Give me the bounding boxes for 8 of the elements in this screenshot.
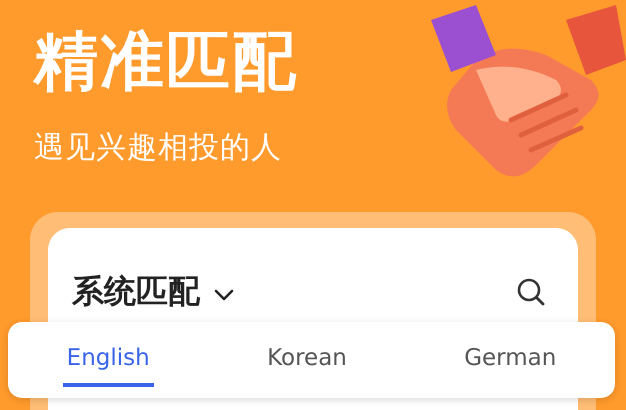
page-title: 精准匹配: [34, 24, 298, 101]
language-tab[interactable]: English: [62, 333, 154, 387]
chevron-down-icon[interactable]: [214, 289, 234, 301]
language-tab[interactable]: Korean: [263, 333, 351, 387]
language-tab[interactable]: German: [460, 333, 560, 387]
card-title: 系统匹配: [72, 271, 200, 312]
page-subtitle: 遇见兴趣相投的人: [34, 129, 283, 167]
search-icon[interactable]: [516, 277, 546, 307]
